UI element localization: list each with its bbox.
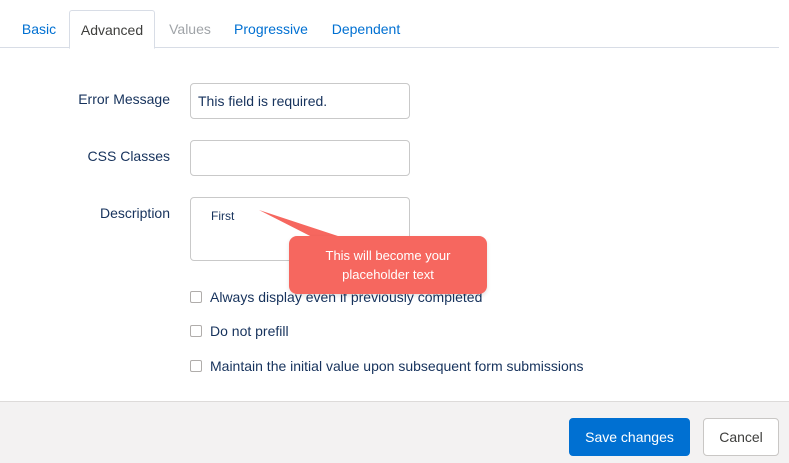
tab-dependent[interactable]: Dependent: [320, 10, 412, 49]
tab-advanced[interactable]: Advanced: [69, 10, 155, 49]
maintain-initial-value-checkbox-row[interactable]: Maintain the initial value upon subseque…: [190, 357, 584, 375]
annotation-callout: This will become your placeholder text: [289, 236, 487, 294]
do-not-prefill-checkbox-row[interactable]: Do not prefill: [190, 322, 289, 340]
tab-progressive[interactable]: Progressive: [226, 10, 316, 49]
error-message-input[interactable]: [190, 83, 410, 119]
cancel-button[interactable]: Cancel: [703, 418, 779, 456]
do-not-prefill-checkbox[interactable]: [190, 325, 202, 337]
tab-basic[interactable]: Basic: [10, 10, 68, 49]
css-classes-label: CSS Classes: [87, 148, 170, 164]
maintain-initial-value-checkbox[interactable]: [190, 360, 202, 372]
always-display-checkbox[interactable]: [190, 291, 202, 303]
description-label: Description: [99, 205, 170, 221]
save-changes-button[interactable]: Save changes: [569, 418, 690, 456]
callout-line-1: This will become your: [325, 248, 451, 263]
modal-footer: Save changes Cancel: [0, 401, 789, 463]
maintain-initial-value-label: Maintain the initial value upon subseque…: [210, 358, 584, 374]
error-message-label: Error Message: [78, 91, 170, 107]
tab-values: Values: [169, 21, 211, 37]
do-not-prefill-label: Do not prefill: [210, 323, 289, 339]
tab-bar: Basic Advanced Values Progressive Depend…: [0, 0, 779, 49]
css-classes-input[interactable]: [190, 140, 410, 176]
callout-line-2: placeholder text: [342, 267, 434, 282]
